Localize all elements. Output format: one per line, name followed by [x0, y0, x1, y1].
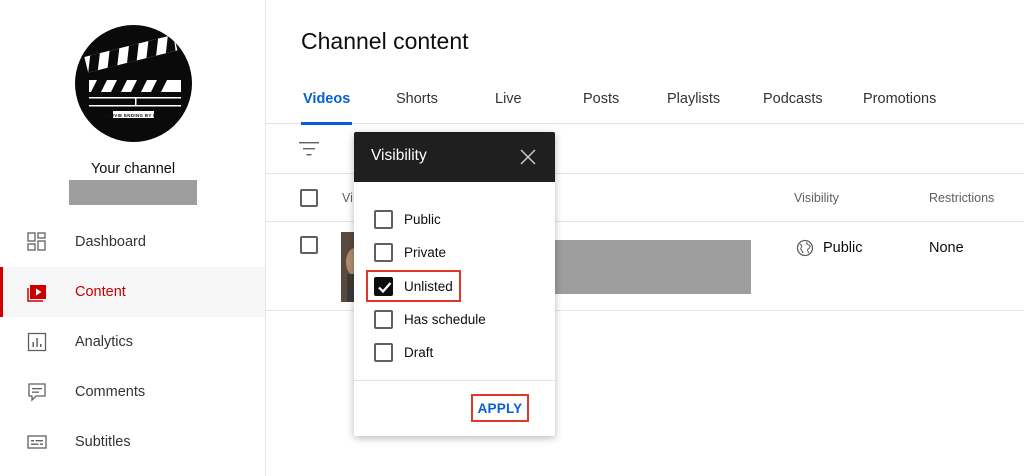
- option-checkbox-checked[interactable]: [374, 277, 393, 296]
- avatar-caption: MOVIE ENDING BY ME: [106, 113, 161, 118]
- close-icon[interactable]: [519, 148, 537, 166]
- visibility-filter-popup: Visibility Public Private Unlisted Has s…: [354, 132, 555, 436]
- option-unlisted[interactable]: Unlisted: [354, 271, 555, 304]
- video-details-redacted: [554, 240, 751, 294]
- option-public[interactable]: Public: [354, 204, 555, 237]
- visibility-options: Public Private Unlisted Has schedule Dra…: [354, 182, 555, 381]
- sidebar-item-label: Analytics: [75, 334, 134, 350]
- tab-posts[interactable]: Posts: [583, 90, 619, 108]
- tab-promotions[interactable]: Promotions: [863, 90, 936, 108]
- tab-videos[interactable]: Videos: [300, 90, 353, 125]
- channel-label: Your channel: [90, 161, 176, 177]
- option-label: Public: [404, 212, 441, 227]
- channel-name-redacted: [69, 180, 197, 205]
- option-checkbox[interactable]: [374, 210, 393, 229]
- row-visibility-value: Public: [823, 240, 863, 256]
- subtitles-icon: [27, 435, 47, 449]
- column-header-video: Vi: [342, 191, 353, 205]
- option-label: Private: [404, 245, 447, 260]
- analytics-icon: [27, 332, 47, 352]
- sidebar-item-subtitles[interactable]: Subtitles: [0, 417, 265, 467]
- option-label: Draft: [404, 345, 434, 360]
- sidebar-item-label: Subtitles: [75, 434, 131, 450]
- tab-playlists[interactable]: Playlists: [667, 90, 720, 108]
- select-all-checkbox[interactable]: [300, 189, 318, 207]
- sidebar-item-comments[interactable]: Comments: [0, 367, 265, 417]
- row-checkbox[interactable]: [300, 236, 318, 254]
- filter-icon[interactable]: [298, 139, 320, 159]
- popup-header: Visibility: [354, 132, 555, 182]
- sidebar-item-content[interactable]: Content: [0, 267, 265, 317]
- option-label: Unlisted: [404, 279, 453, 294]
- sidebar: MOVIE ENDING BY ME Your channel Dashboar…: [0, 0, 266, 476]
- checkmark-icon: [378, 282, 392, 294]
- content-play-icon: [27, 285, 46, 302]
- clapperboard-icon: [84, 34, 181, 118]
- apply-button[interactable]: APPLY: [471, 394, 529, 422]
- content-tabs: Videos Shorts Live Posts Playlists Podca…: [266, 76, 1024, 125]
- sidebar-item-dashboard[interactable]: Dashboard: [0, 217, 265, 267]
- option-has-schedule[interactable]: Has schedule: [354, 304, 555, 337]
- column-header-restrictions[interactable]: Restrictions: [929, 191, 994, 205]
- tab-shorts[interactable]: Shorts: [396, 90, 438, 108]
- sidebar-item-label: Comments: [75, 384, 146, 400]
- popup-title: Visibility: [371, 147, 427, 164]
- channel-avatar[interactable]: MOVIE ENDING BY ME: [75, 25, 192, 142]
- page-title: Channel content: [301, 28, 469, 54]
- sidebar-item-label: Dashboard: [75, 234, 146, 250]
- comments-icon: [28, 383, 46, 402]
- globe-icon: [796, 239, 814, 257]
- column-header-visibility[interactable]: Visibility: [794, 191, 839, 205]
- sidebar-item-label: Content: [75, 284, 126, 300]
- tab-live[interactable]: Live: [495, 90, 522, 108]
- tab-podcasts[interactable]: Podcasts: [763, 90, 823, 108]
- sidebar-item-analytics[interactable]: Analytics: [0, 317, 265, 367]
- row-restrictions-value: None: [929, 240, 964, 256]
- option-checkbox[interactable]: [374, 310, 393, 329]
- option-label: Has schedule: [404, 312, 486, 327]
- option-checkbox[interactable]: [374, 343, 393, 362]
- option-checkbox[interactable]: [374, 243, 393, 262]
- option-draft[interactable]: Draft: [354, 337, 555, 370]
- option-private[interactable]: Private: [354, 237, 555, 270]
- dashboard-icon: [27, 232, 46, 251]
